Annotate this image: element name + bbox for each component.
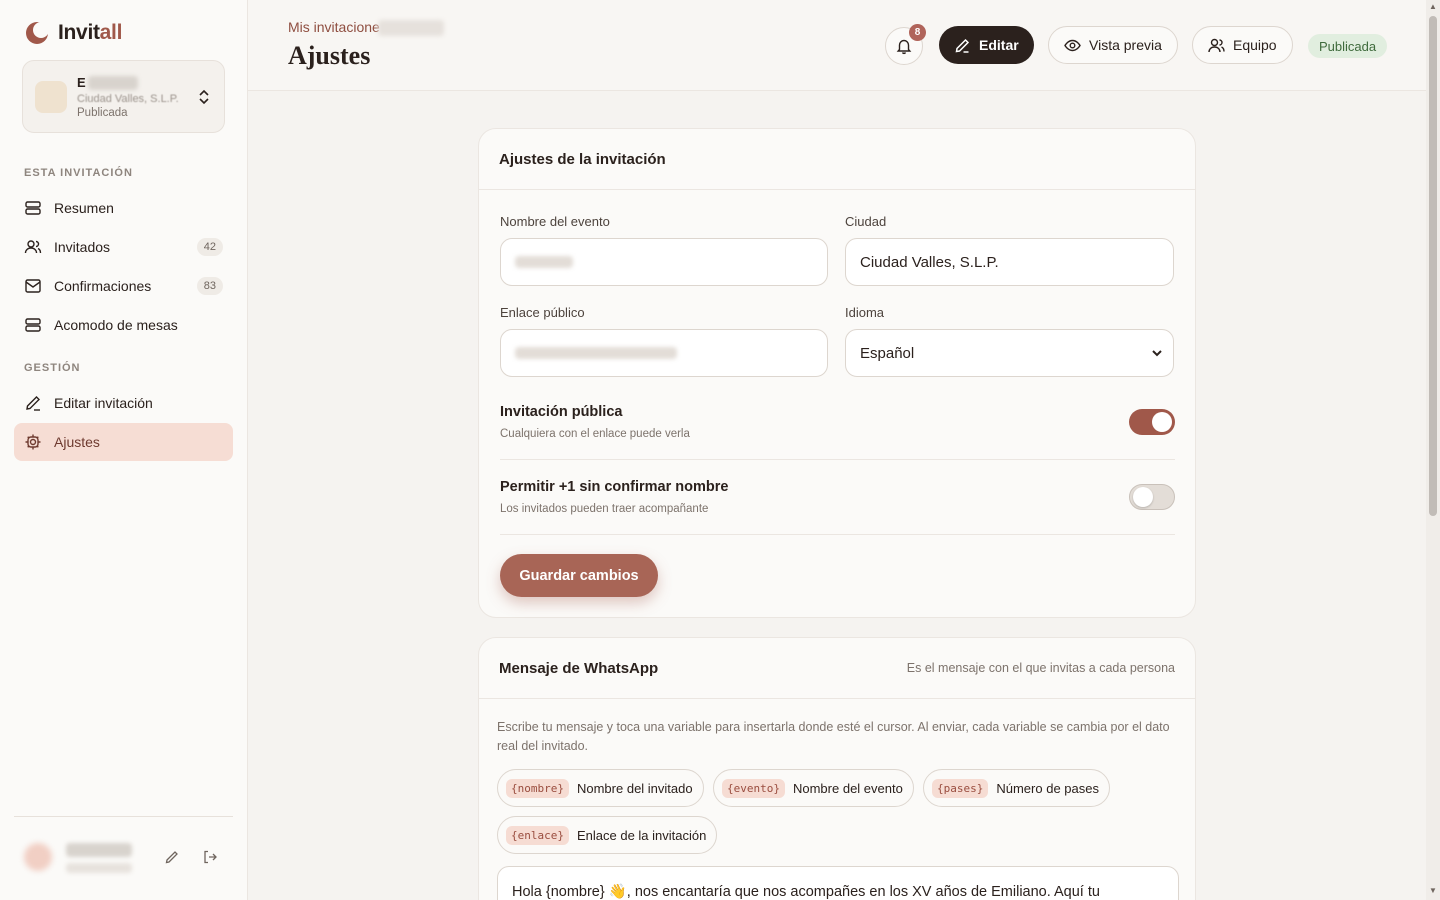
logout-icon[interactable] — [202, 849, 218, 865]
preview-button[interactable]: Vista previa — [1048, 26, 1178, 64]
whatsapp-card: Mensaje de WhatsApp Es el mensaje con el… — [478, 637, 1196, 900]
layers-icon — [25, 201, 41, 215]
page-scrollbar[interactable]: ▲ ▼ — [1426, 0, 1440, 900]
bell-icon — [896, 39, 912, 55]
sidebar-item-resumen[interactable]: Resumen — [14, 189, 233, 227]
breadcrumb[interactable]: Mis invitacione — [288, 19, 444, 37]
event-name-label: Nombre del evento — [500, 214, 610, 229]
user-footer — [14, 816, 233, 900]
sidebar-item-confirmaciones[interactable]: Confirmaciones 83 — [14, 267, 233, 305]
eye-icon — [1064, 39, 1081, 51]
section-label-this: ESTA INVITACIÓN — [24, 167, 133, 179]
sidebar-item-editar[interactable]: Editar invitación — [14, 384, 233, 422]
user-name-redacted — [66, 843, 132, 857]
page-title: Ajustes — [288, 41, 371, 70]
variable-chip-pases[interactable]: {pases} Número de pases — [923, 769, 1110, 807]
event-thumbnail — [35, 80, 67, 113]
divider — [500, 534, 1175, 535]
brand-name: Invitall — [58, 21, 123, 44]
public-toggle-description: Cualquiera con el enlace puede verla — [500, 428, 690, 440]
event-city: Ciudad Valles, S.L.P. — [77, 92, 179, 105]
sidebar-item-ajustes[interactable]: Ajustes — [14, 423, 233, 461]
status-badge: Publicada — [1308, 34, 1388, 58]
chevron-up-down-icon — [199, 89, 209, 104]
scroll-up-arrow[interactable]: ▲ — [1429, 3, 1437, 11]
page-header: Mis invitacione Ajustes 8 Editar Vista p… — [248, 0, 1426, 91]
notification-badge: 8 — [909, 24, 926, 41]
mail-icon — [25, 279, 41, 293]
sidebar: Invitall E Ciudad Valles, S.L.P. Publica… — [0, 0, 248, 900]
sidebar-item-acomodo[interactable]: Acomodo de mesas — [14, 306, 233, 344]
users-icon — [1208, 38, 1225, 52]
city-label: Ciudad — [845, 214, 887, 229]
scroll-thumb[interactable] — [1429, 16, 1437, 516]
settings-card-title: Ajustes de la invitación — [499, 150, 666, 168]
user-email-redacted — [66, 863, 132, 873]
pencil-icon — [26, 396, 40, 411]
whatsapp-description: Escribe tu mensaje y toca una variable p… — [497, 720, 1170, 753]
edit-profile-icon[interactable] — [164, 849, 180, 865]
avatar[interactable] — [24, 843, 52, 871]
brand[interactable]: Invitall — [24, 20, 122, 46]
public-link-label: Enlace público — [500, 305, 585, 320]
whatsapp-card-title: Mensaje de WhatsApp — [499, 659, 659, 677]
table-icon — [25, 318, 41, 332]
plusone-toggle[interactable] — [1129, 484, 1175, 510]
message-textarea[interactable]: Hola {nombre} 👋, nos encantaría que nos … — [497, 866, 1179, 900]
plusone-toggle-title: Permitir +1 sin confirmar nombre — [500, 479, 729, 495]
chevron-down-icon — [1152, 350, 1162, 357]
language-select[interactable]: Español — [845, 329, 1174, 377]
edit-button[interactable]: Editar — [939, 26, 1034, 64]
variable-chip-nombre[interactable]: {nombre} Nombre del invitado — [497, 769, 704, 807]
section-label-manage: GESTIÓN — [24, 362, 81, 374]
settings-card: Ajustes de la invitación Nombre del even… — [478, 128, 1196, 618]
save-button[interactable]: Guardar cambios — [500, 554, 658, 597]
confirmaciones-count: 83 — [196, 277, 223, 295]
public-toggle-title: Invitación pública — [500, 404, 623, 420]
whatsapp-card-hint: Es el mensaje con el que invitas a cada … — [906, 661, 1175, 675]
event-name: E — [77, 75, 186, 91]
public-toggle[interactable] — [1129, 409, 1175, 435]
moon-logo-icon — [26, 22, 49, 44]
pencil-icon — [955, 38, 970, 53]
event-switcher[interactable]: E Ciudad Valles, S.L.P. Publicada — [22, 60, 225, 133]
notifications-button[interactable]: 8 — [885, 24, 926, 65]
public-link-field[interactable] — [500, 329, 828, 377]
gear-icon — [25, 434, 41, 450]
city-field[interactable]: Ciudad Valles, S.L.P. — [845, 238, 1174, 286]
plusone-toggle-description: Los invitados pueden traer acompañante — [500, 503, 709, 515]
team-button[interactable]: Equipo — [1192, 26, 1293, 64]
users-icon — [24, 240, 42, 254]
scroll-down-arrow[interactable]: ▼ — [1429, 887, 1437, 895]
variable-chip-evento[interactable]: {evento} Nombre del evento — [713, 769, 914, 807]
language-label: Idioma — [845, 305, 885, 320]
invitados-count: 42 — [196, 238, 223, 256]
variable-chip-enlace[interactable]: {enlace} Enlace de la invitación — [497, 816, 718, 854]
event-name-field[interactable] — [500, 238, 828, 286]
event-status: Publicada — [77, 106, 128, 119]
sidebar-item-invitados[interactable]: Invitados 42 — [14, 228, 233, 266]
divider — [500, 459, 1175, 460]
